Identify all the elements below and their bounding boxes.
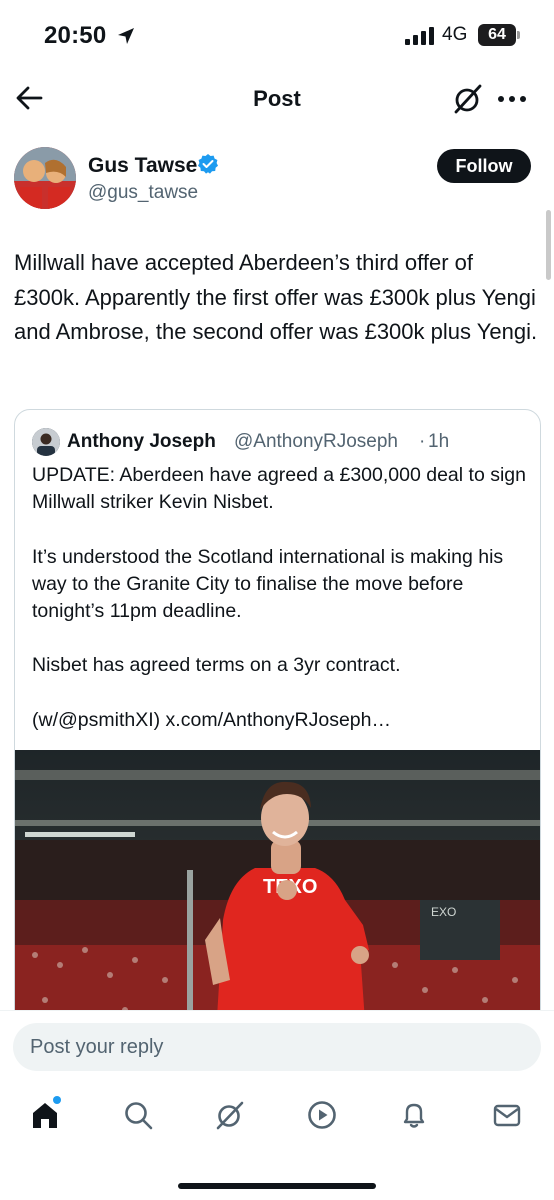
nav-bar: Post: [0, 74, 554, 124]
status-bar: 20:50 4G 64: [0, 0, 554, 74]
grok-icon: [216, 1101, 244, 1130]
quote-photo[interactable]: EXO TEXO: [15, 750, 541, 1049]
network-type: 4G: [442, 24, 468, 45]
author-name[interactable]: Gus Tawse: [88, 154, 197, 178]
board-text: EXO: [431, 905, 456, 919]
quote-timestamp: 1h: [428, 431, 450, 452]
quote-paragraph: Nisbet has agreed terms on a 3yr contrac…: [32, 654, 401, 677]
author-handle[interactable]: @gus_tawse: [88, 182, 198, 204]
video-icon: [308, 1101, 336, 1129]
quote-paragraph: UPDATE: Aberdeen have agreed a £300,000 …: [32, 464, 526, 514]
tab-messages[interactable]: [485, 1090, 529, 1140]
avatar-image: [14, 147, 76, 209]
quote-avatar-image: [32, 428, 60, 456]
more-options-icon[interactable]: [497, 95, 527, 103]
search-icon: [125, 1102, 153, 1130]
home-icon: [33, 1103, 57, 1128]
tab-search[interactable]: [116, 1090, 160, 1140]
quote-paragraph: It’s understood the Scotland internation…: [32, 545, 504, 623]
tab-notifications[interactable]: [392, 1090, 436, 1140]
quote-text: UPDATE: Aberdeen have agreed a £300,000 …: [32, 462, 532, 761]
battery-tip: [517, 31, 520, 39]
quote-separator: ·: [419, 431, 426, 452]
tab-bar: [0, 1090, 554, 1146]
notifications-icon: [403, 1103, 425, 1128]
quote-author-name: Anthony Joseph: [67, 431, 216, 452]
messages-icon: [493, 1104, 521, 1127]
quoted-post[interactable]: Anthony Joseph @AnthonyRJoseph · 1h UPDA…: [14, 409, 541, 1049]
follow-button[interactable]: Follow: [437, 149, 531, 183]
status-time: 20:50: [44, 22, 107, 49]
tab-video[interactable]: [300, 1090, 344, 1140]
author-avatar[interactable]: [14, 147, 76, 209]
tab-grok[interactable]: [208, 1090, 252, 1140]
reply-input[interactable]: Post your reply: [13, 1023, 541, 1071]
quote-author-handle: @AnthonyRJoseph: [234, 431, 398, 452]
verified-badge-icon: [198, 154, 218, 174]
battery-icon: 64: [478, 24, 516, 46]
quote-paragraph: (w/@psmithXI) x.com/AnthonyRJoseph…: [32, 708, 391, 731]
grok-icon[interactable]: [452, 83, 484, 115]
home-indicator[interactable]: [178, 1183, 376, 1189]
quote-author-avatar: [32, 428, 60, 456]
post-text: Millwall have accepted Aberdeen’s third …: [14, 250, 538, 344]
signal-icon: [405, 27, 434, 45]
home-notification-dot: [53, 1096, 61, 1104]
scrollbar[interactable]: [546, 210, 551, 280]
location-arrow-icon: [118, 28, 134, 44]
